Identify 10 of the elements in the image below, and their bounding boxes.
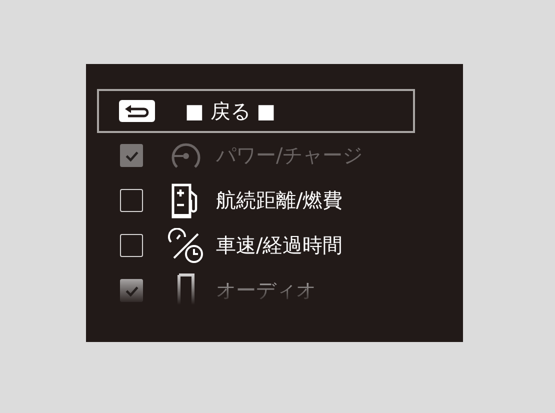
checkbox[interactable]	[120, 279, 143, 302]
menu-item-label: 車速/経過時間	[216, 232, 343, 259]
back-button[interactable]: ■ 戻る ■	[97, 89, 415, 133]
menu-item-label: オーディオ	[216, 277, 316, 304]
checkbox[interactable]	[120, 234, 143, 257]
speed-clock-icon	[168, 228, 204, 264]
menu-item-label: 航続距離/燃費	[216, 187, 343, 214]
menu-item-label: パワー/チャージ	[216, 142, 363, 169]
checkbox[interactable]	[120, 189, 143, 212]
return-icon	[119, 100, 155, 122]
